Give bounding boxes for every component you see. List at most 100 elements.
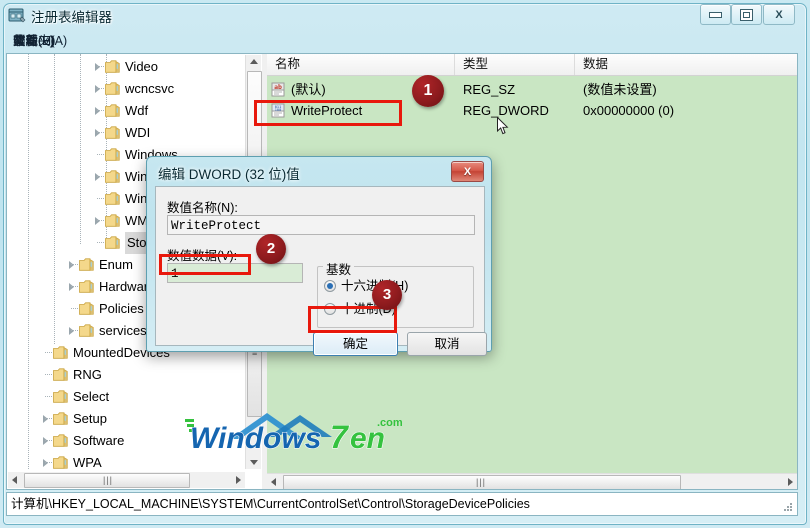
menu-help[interactable]: 帮助(H) <box>8 33 60 50</box>
folder-icon <box>105 82 120 95</box>
tree-connector-dash <box>97 176 104 177</box>
tree-connector-dash <box>97 110 104 111</box>
highlight-box-ok-button <box>308 306 397 333</box>
tree-node-label: Select <box>73 389 110 404</box>
tree-connector-dash <box>45 462 52 463</box>
scroll-left-arrow-icon[interactable] <box>271 478 276 486</box>
dialog-title: 编辑 DWORD (32 位)值 <box>158 167 300 182</box>
expand-arrow-icon[interactable] <box>69 261 74 269</box>
expand-arrow-icon[interactable] <box>95 85 100 93</box>
tree-connector-dash <box>71 286 78 287</box>
highlight-box-writeprotect <box>254 100 402 126</box>
step-badge-2: 2 <box>256 234 286 264</box>
folder-icon <box>53 368 68 381</box>
string-value-icon: ab <box>271 82 285 97</box>
folder-icon <box>53 456 68 469</box>
list-column-headers: 名称 类型 数据 <box>267 54 797 76</box>
expand-arrow-icon[interactable] <box>43 437 48 445</box>
scroll-up-arrow-icon[interactable] <box>250 59 258 64</box>
folder-icon <box>53 390 68 403</box>
tree-connector-dash <box>97 88 104 89</box>
expand-arrow-icon[interactable] <box>43 459 48 467</box>
column-header-data[interactable]: 数据 <box>575 54 797 75</box>
title-bar: 注册表编辑器 X <box>0 0 804 30</box>
tree-connector-dash <box>97 242 104 243</box>
scroll-left-arrow-icon[interactable] <box>12 476 17 484</box>
cancel-button[interactable]: 取消 <box>407 332 487 356</box>
tree-connector-dash <box>97 132 104 133</box>
expand-arrow-icon[interactable] <box>95 63 100 71</box>
folder-icon <box>79 324 94 337</box>
value-type: REG_SZ <box>463 82 516 97</box>
tree-connector-dash <box>97 154 104 155</box>
tree-node-label: Policies <box>99 301 144 316</box>
tree-connector-dash <box>45 396 52 397</box>
list-hscroll-thumb[interactable]: ||| <box>283 475 681 489</box>
scroll-right-arrow-icon[interactable] <box>236 476 241 484</box>
tree-node-label: Enum <box>99 257 133 272</box>
folder-icon <box>105 192 120 205</box>
window-title: 注册表编辑器 <box>31 10 112 25</box>
expand-arrow-icon[interactable] <box>95 107 100 115</box>
close-button[interactable]: X <box>763 4 795 25</box>
step-badge-3: 3 <box>372 280 402 310</box>
folder-icon <box>79 280 94 293</box>
folder-icon <box>79 258 94 271</box>
minimize-button[interactable] <box>700 4 731 25</box>
tree-node-label: RNG <box>73 367 102 382</box>
table-row[interactable]: ab (默认) REG_SZ (数值未设置) <box>267 79 797 100</box>
folder-icon <box>53 434 68 447</box>
folder-icon <box>105 148 120 161</box>
tree-connector-line <box>54 54 55 344</box>
registry-editor-window: 注册表编辑器 X 文件(F) 编辑(E) 查看(V) 收藏夹(A) 帮助(H) … <box>0 0 810 528</box>
tree-node-label: WPA <box>73 455 102 469</box>
tree-node-label: Wdf <box>125 103 149 118</box>
registry-editor-icon <box>8 8 26 23</box>
tree-connector-dash <box>97 66 104 67</box>
tree-hscroll-thumb[interactable]: ||| <box>24 473 190 488</box>
value-name-label: 数值名称(N): <box>167 201 238 215</box>
tree-connector-line <box>80 54 81 244</box>
status-bar: 计算机\HKEY_LOCAL_MACHINE\SYSTEM\CurrentCon… <box>6 492 798 516</box>
mouse-cursor-icon <box>497 117 509 135</box>
tree-connector-dash <box>71 308 78 309</box>
expand-arrow-icon[interactable] <box>43 415 48 423</box>
tree-connector-dash <box>45 374 52 375</box>
tree-horizontal-scrollbar[interactable]: ||| <box>8 472 245 488</box>
column-header-type[interactable]: 类型 <box>455 54 575 75</box>
tree-node-label: Software <box>73 433 125 448</box>
expand-arrow-icon[interactable] <box>95 129 100 137</box>
minimize-icon <box>709 11 722 18</box>
value-name: (默认) <box>291 82 326 97</box>
tree-connector-dash <box>71 264 78 265</box>
folder-icon <box>105 126 120 139</box>
tree-connector-dash <box>97 220 104 221</box>
list-horizontal-scrollbar[interactable]: ||| <box>267 473 797 489</box>
tree-connector-dash <box>71 330 78 331</box>
resize-grip-icon[interactable] <box>783 502 793 512</box>
value-name-input[interactable]: WriteProtect <box>167 215 475 235</box>
expand-arrow-icon[interactable] <box>69 283 74 291</box>
maximize-button[interactable] <box>731 4 762 25</box>
expand-arrow-icon[interactable] <box>95 217 100 225</box>
ok-button[interactable]: 确定 <box>313 332 398 356</box>
tree-connector-line <box>28 54 29 469</box>
column-header-name[interactable]: 名称 <box>267 54 455 75</box>
tree-connector-dash <box>45 352 52 353</box>
expand-arrow-icon[interactable] <box>69 327 74 335</box>
dialog-close-button[interactable]: X <box>451 161 484 182</box>
tree-connector-dash <box>45 440 52 441</box>
menu-bar: 文件(F) 编辑(E) 查看(V) 收藏夹(A) 帮助(H) <box>8 31 797 52</box>
close-icon: X <box>775 8 783 21</box>
tree-node-label: services <box>99 323 147 338</box>
scroll-right-arrow-icon[interactable] <box>788 478 793 486</box>
expand-arrow-icon[interactable] <box>95 173 100 181</box>
radio-hexadecimal-icon <box>324 280 336 292</box>
tree-connector-dash <box>97 198 104 199</box>
value-data: (数值未设置) <box>583 82 657 97</box>
folder-icon <box>53 412 68 425</box>
scroll-down-arrow-icon[interactable] <box>250 460 258 465</box>
step-badge-1: 1 <box>412 75 444 107</box>
tree-connector-dash <box>45 418 52 419</box>
highlight-box-value-data <box>159 254 251 275</box>
